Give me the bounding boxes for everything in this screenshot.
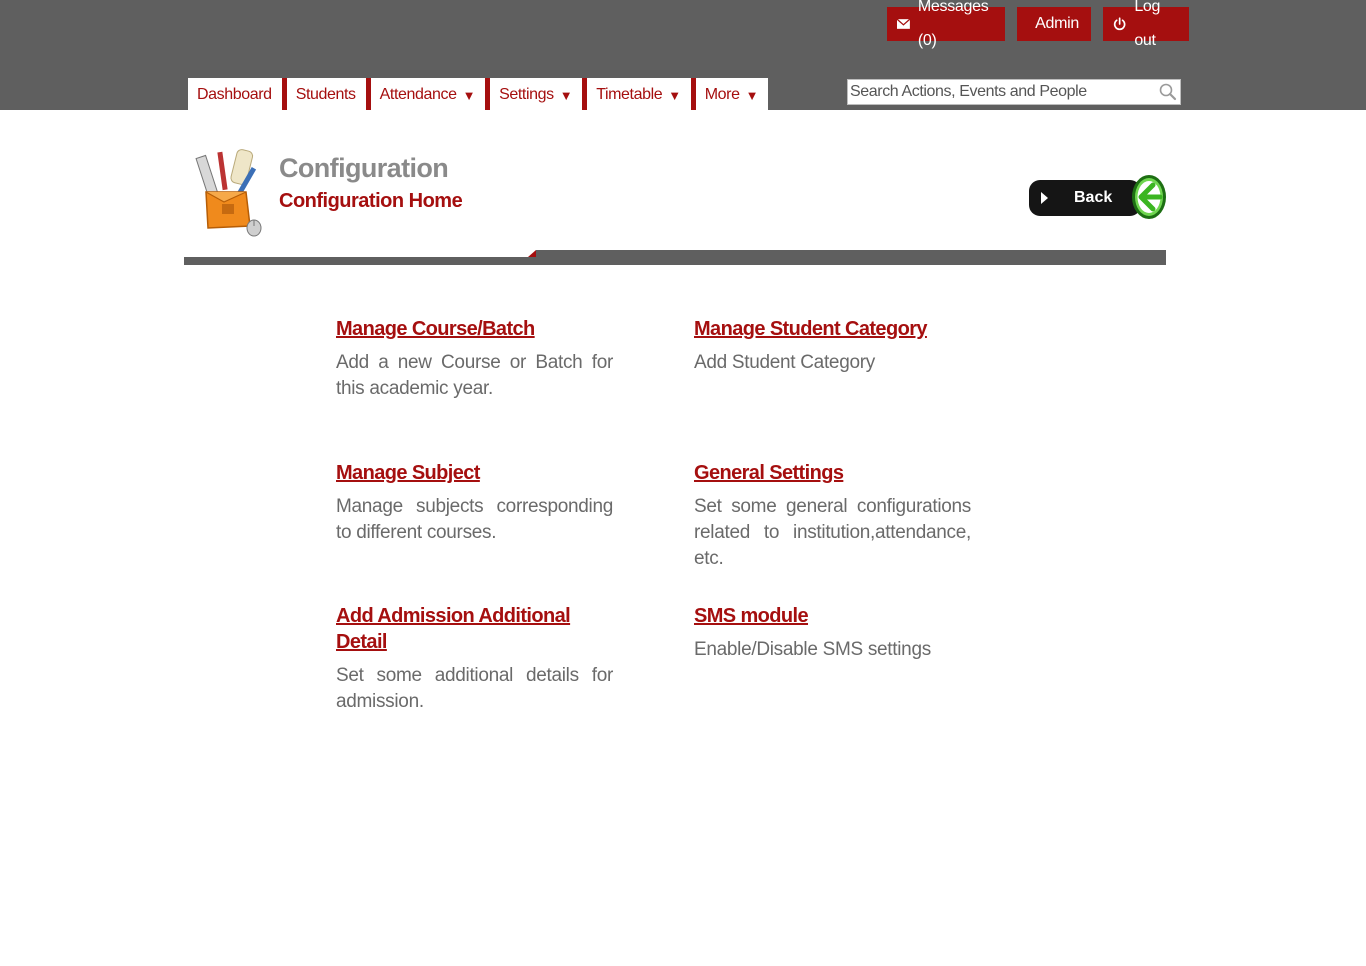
nav-item-attendance[interactable]: Attendance ▼: [365, 78, 486, 110]
manage-student-category-link[interactable]: Manage Student Category: [694, 316, 928, 342]
nav-item-dashboard[interactable]: Dashboard: [188, 78, 282, 110]
toolbox-icon: [195, 149, 262, 237]
messages-button[interactable]: Messages (0): [887, 0, 1005, 49]
dropdown-arrow-icon: ▼: [745, 87, 759, 103]
config-item-admission-detail: Add Admission Additional Detail Set some…: [336, 603, 613, 715]
nav-item-label: Settings: [499, 86, 554, 103]
nav-item-label: More: [704, 86, 740, 103]
config-item-subject: Manage Subject Manage subjects correspon…: [336, 460, 613, 546]
admin-button[interactable]: Admin: [1017, 7, 1091, 41]
nav-item-students[interactable]: Students: [281, 78, 366, 110]
config-item-course-batch: Manage Course/Batch Add a new Course or …: [336, 316, 613, 402]
config-item-description: Enable/Disable SMS settings: [694, 639, 931, 660]
config-item-description: Set some general configurations related …: [694, 496, 971, 569]
config-item-student-category: Manage Student Category Add Student Cate…: [694, 316, 971, 376]
messages-label: Messages (0): [917, 0, 989, 49]
nav-item-settings[interactable]: Settings ▼: [485, 78, 583, 110]
heading-divider-bar: [536, 250, 1166, 265]
power-icon: [1113, 17, 1126, 31]
add-admission-additional-detail-link[interactable]: Add Admission Additional Detail: [336, 603, 613, 655]
config-item-sms-module: SMS module Enable/Disable SMS settings: [694, 603, 971, 663]
nav-item-label: Timetable: [596, 86, 663, 103]
back-arrow-icon: [1132, 175, 1166, 219]
config-item-description: Add a new Course or Batch for this acade…: [336, 352, 613, 399]
heading-divider: [184, 257, 536, 265]
page-title: Configuration: [279, 153, 449, 183]
play-icon: [1041, 192, 1048, 204]
nav-item-label: Attendance: [379, 86, 457, 103]
nav-item-label: Students: [295, 86, 356, 103]
manage-subject-link[interactable]: Manage Subject: [336, 460, 480, 486]
config-item-description: Set some additional details for admissio…: [336, 665, 613, 712]
page-subtitle: Configuration Home: [279, 190, 463, 212]
nav-item-label: Dashboard: [197, 86, 272, 103]
logout-button[interactable]: Log out: [1103, 0, 1189, 49]
main-nav: Dashboard Students Attendance ▼ Settings…: [188, 78, 769, 110]
dropdown-arrow-icon: ▼: [462, 87, 476, 103]
envelope-icon: [897, 18, 910, 29]
back-button-body: Back: [1029, 180, 1141, 216]
divider-notch: [528, 250, 536, 257]
config-item-description: Add Student Category: [694, 352, 875, 373]
config-item-general-settings: General Settings Set some general config…: [694, 460, 971, 572]
logout-label: Log out: [1134, 0, 1161, 49]
manage-course-batch-link[interactable]: Manage Course/Batch: [336, 316, 535, 342]
admin-label: Admin: [1035, 15, 1079, 32]
search-icon[interactable]: [1158, 82, 1178, 102]
back-button[interactable]: Back: [1029, 172, 1171, 226]
sms-module-link[interactable]: SMS module: [694, 603, 809, 629]
config-item-description: Manage subjects corresponding to differe…: [336, 496, 613, 543]
back-button-label: Back: [1074, 189, 1113, 206]
nav-item-more[interactable]: More ▼: [690, 78, 769, 110]
search-box: [847, 79, 1181, 105]
nav-item-timetable[interactable]: Timetable ▼: [582, 78, 691, 110]
dropdown-arrow-icon: ▼: [559, 87, 573, 103]
search-input[interactable]: [848, 80, 1150, 104]
general-settings-link[interactable]: General Settings: [694, 460, 844, 486]
dropdown-arrow-icon: ▼: [668, 87, 681, 103]
